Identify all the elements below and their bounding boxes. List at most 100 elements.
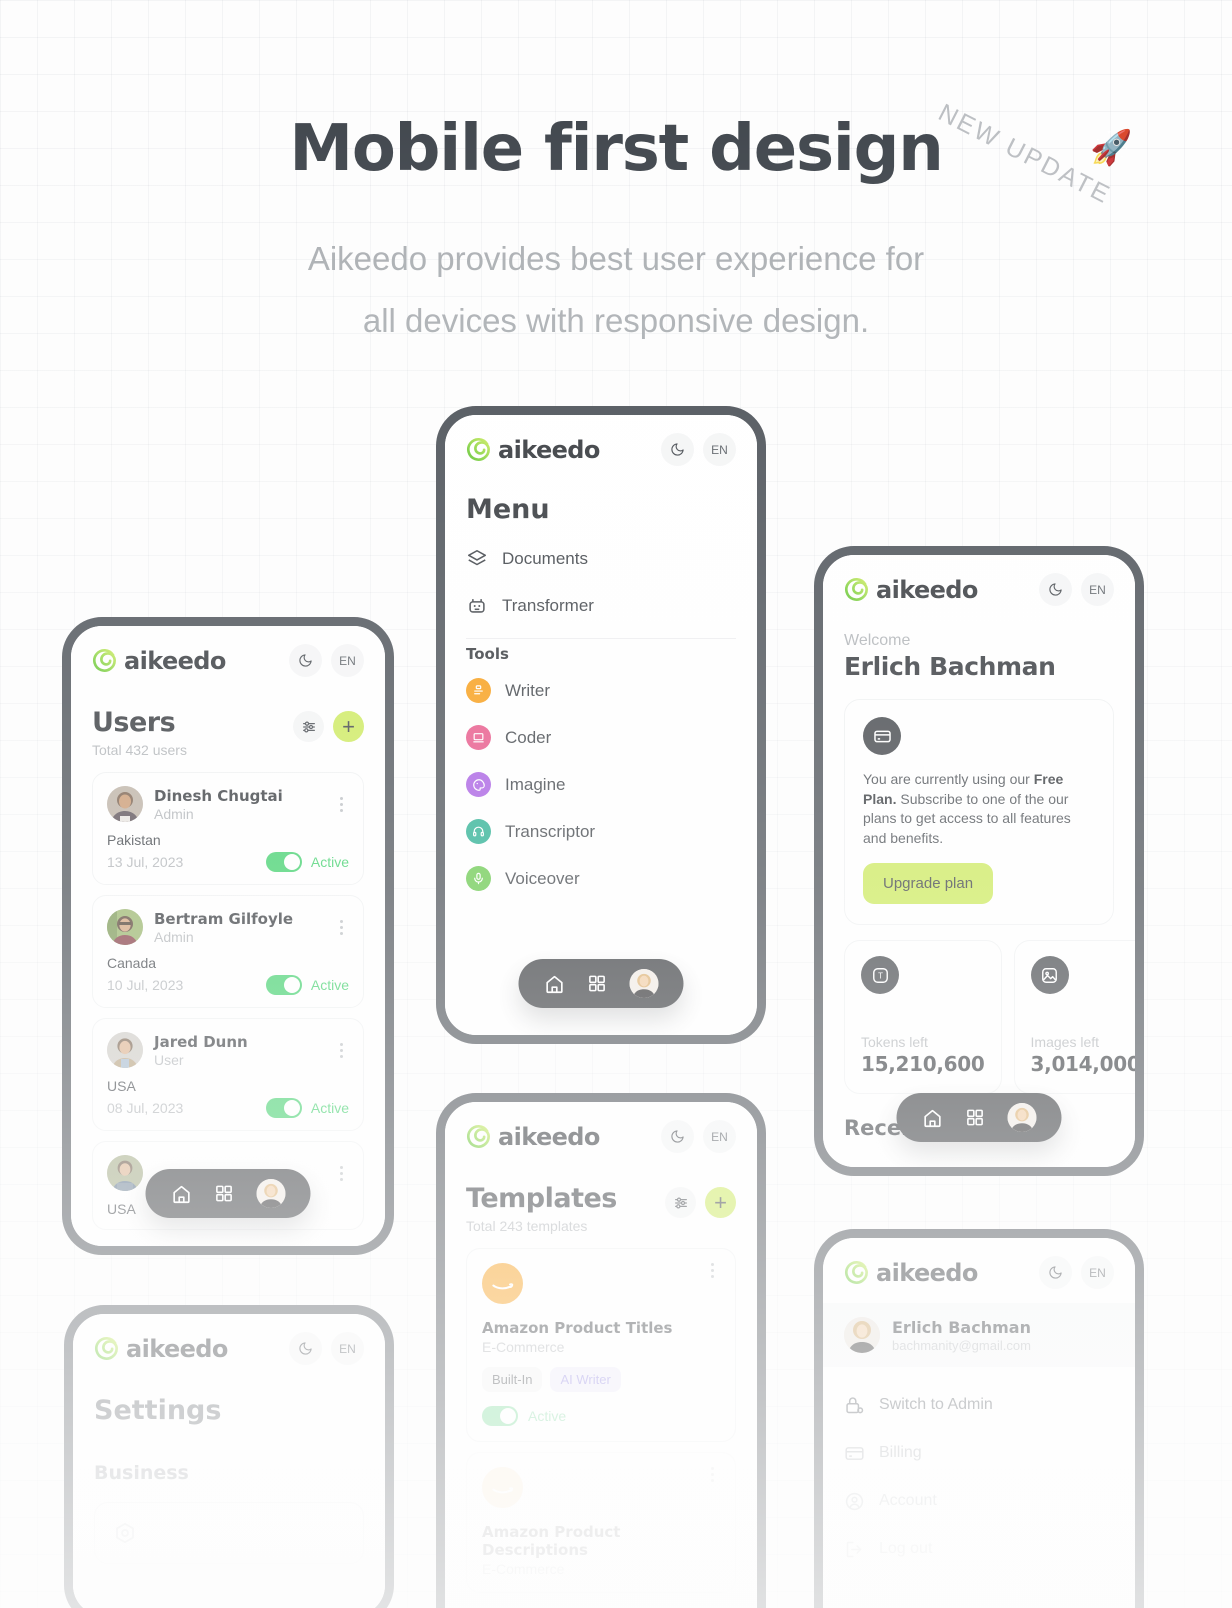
home-icon[interactable]: [922, 1107, 944, 1129]
avatar: [107, 909, 143, 945]
menu-title: Menu: [466, 494, 550, 525]
status-toggle[interactable]: [482, 1406, 518, 1426]
status-toggle[interactable]: [265, 1098, 302, 1118]
language-button[interactable]: EN: [1081, 1256, 1114, 1289]
tool-item-transcriptor[interactable]: Transcriptor: [466, 808, 736, 855]
palette-icon: [466, 772, 491, 797]
language-button[interactable]: EN: [703, 433, 736, 466]
tool-item-voiceover[interactable]: Voiceover: [466, 855, 736, 902]
brand-logo[interactable]: aikeedo: [466, 436, 600, 464]
list-item[interactable]: Amazon Product Descriptions E-Commerce: [466, 1452, 736, 1593]
brand-name: aikeedo: [498, 1122, 600, 1151]
user-date: 10 Jul, 2023: [107, 977, 184, 993]
tag-ai-writer: AI Writer: [550, 1367, 621, 1392]
avatar-icon[interactable]: [256, 1179, 286, 1208]
row-menu-button[interactable]: [333, 1042, 349, 1058]
headphones-icon: [466, 819, 491, 844]
credit-card-icon: [844, 1443, 865, 1464]
menu-item-billing[interactable]: Billing: [823, 1429, 1135, 1477]
tool-label: Writer: [505, 680, 551, 700]
moon-icon[interactable]: [661, 433, 694, 466]
account-user-row[interactable]: Erlich Bachman bachmanity@gmail.com: [823, 1303, 1135, 1367]
table-row[interactable]: Dinesh Chugtai Admin Pakistan 13 Jul, 20…: [92, 772, 364, 885]
topbar-users: aikeedo EN: [71, 626, 385, 677]
table-row[interactable]: Jared Dunn User USA 08 Jul, 2023 Active: [92, 1018, 364, 1131]
row-menu-button[interactable]: [704, 1467, 720, 1482]
aikeedo-logo-icon: [466, 437, 491, 462]
settings-card[interactable]: [94, 1502, 364, 1564]
topbar-settings: aikeedo EN: [73, 1314, 385, 1365]
avatar-icon[interactable]: [1007, 1103, 1037, 1132]
brand-name: aikeedo: [498, 435, 600, 464]
user-country: Pakistan: [107, 832, 161, 848]
list-item[interactable]: Amazon Product Titles E-Commerce Built-I…: [466, 1248, 736, 1442]
brand-name: aikeedo: [124, 646, 226, 675]
menu-item-transformer[interactable]: Transformer: [466, 582, 736, 629]
status-toggle[interactable]: [265, 852, 302, 872]
moon-icon[interactable]: [1039, 573, 1072, 606]
sliders-icon[interactable]: [293, 711, 324, 742]
avatar-icon[interactable]: [629, 969, 659, 998]
menu-item-documents[interactable]: Documents: [466, 535, 736, 582]
aikeedo-logo-icon: [94, 1336, 119, 1361]
brand-logo[interactable]: aikeedo: [844, 576, 978, 604]
upgrade-plan-button[interactable]: Upgrade plan: [863, 863, 994, 904]
brand-logo[interactable]: aikeedo: [466, 1123, 600, 1151]
users-subtitle: Total 432 users: [92, 742, 187, 758]
brand-logo[interactable]: aikeedo: [92, 647, 226, 675]
moon-icon[interactable]: [661, 1120, 694, 1153]
home-icon[interactable]: [171, 1183, 193, 1205]
language-button[interactable]: EN: [331, 644, 364, 677]
user-date: 13 Jul, 2023: [107, 854, 184, 870]
stat-card-tokens: T Tokens left 15,210,600: [844, 940, 1002, 1094]
brand-logo[interactable]: aikeedo: [844, 1259, 978, 1287]
menu-item-label: Account: [879, 1492, 937, 1509]
menu-item-switch-to-admin[interactable]: Switch to Admin: [823, 1381, 1135, 1429]
language-button[interactable]: EN: [703, 1120, 736, 1153]
brand-logo[interactable]: aikeedo: [94, 1335, 228, 1363]
home-icon[interactable]: [544, 973, 566, 995]
status-toggle[interactable]: [265, 975, 302, 995]
subtitle-line-1: Aikeedo provides best user experience fo…: [307, 240, 925, 277]
account-email: bachmanity@gmail.com: [892, 1337, 1031, 1353]
tool-item-writer[interactable]: Writer: [466, 667, 736, 714]
subtitle-line-2: all devices with responsive design.: [362, 302, 870, 339]
row-menu-button[interactable]: [333, 1165, 349, 1181]
moon-icon[interactable]: [289, 644, 322, 677]
moon-icon[interactable]: [1039, 1256, 1072, 1289]
language-button[interactable]: EN: [1081, 573, 1114, 606]
divider: [466, 638, 736, 639]
image-icon: [1030, 956, 1069, 994]
template-name: Amazon Product Titles: [482, 1319, 673, 1337]
user-name: Bertram Gilfoyle: [154, 909, 294, 928]
phone-menu: aikeedo EN Menu Documents Transformer To…: [436, 406, 766, 1044]
row-menu-button[interactable]: [333, 796, 349, 812]
menu-item-logout[interactable]: Log out: [823, 1525, 1135, 1573]
language-button[interactable]: EN: [331, 1332, 364, 1365]
table-row[interactable]: Bertram Gilfoyle Admin Canada 10 Jul, 20…: [92, 895, 364, 1008]
tool-item-coder[interactable]: Coder: [466, 714, 736, 761]
add-user-button[interactable]: +: [333, 711, 364, 742]
page-subtitle: Aikeedo provides best user experience fo…: [0, 228, 1232, 352]
grid-icon[interactable]: [215, 1184, 234, 1203]
menu-item-account[interactable]: Account: [823, 1477, 1135, 1525]
grid-icon[interactable]: [588, 974, 607, 993]
moon-icon[interactable]: [289, 1332, 322, 1365]
template-category: E-Commerce: [482, 1339, 565, 1355]
row-menu-button[interactable]: [704, 1263, 720, 1278]
user-country: Canada: [107, 955, 157, 971]
tool-label: Imagine: [505, 774, 566, 794]
bottom-nav: [896, 1093, 1062, 1142]
settings-title: Settings: [94, 1395, 222, 1426]
add-template-button[interactable]: +: [705, 1187, 736, 1218]
status-badge: Active: [310, 1100, 349, 1116]
account-name: Erlich Bachman: [892, 1317, 1031, 1337]
token-icon: T: [861, 956, 899, 994]
tools-heading: Tools: [466, 645, 509, 663]
sliders-icon[interactable]: [665, 1187, 696, 1218]
user-circle-icon: [844, 1491, 865, 1512]
row-menu-button[interactable]: [333, 919, 349, 935]
tool-item-imagine[interactable]: Imagine: [466, 761, 736, 808]
grid-icon[interactable]: [966, 1108, 985, 1127]
aikeedo-logo-icon: [92, 648, 117, 673]
